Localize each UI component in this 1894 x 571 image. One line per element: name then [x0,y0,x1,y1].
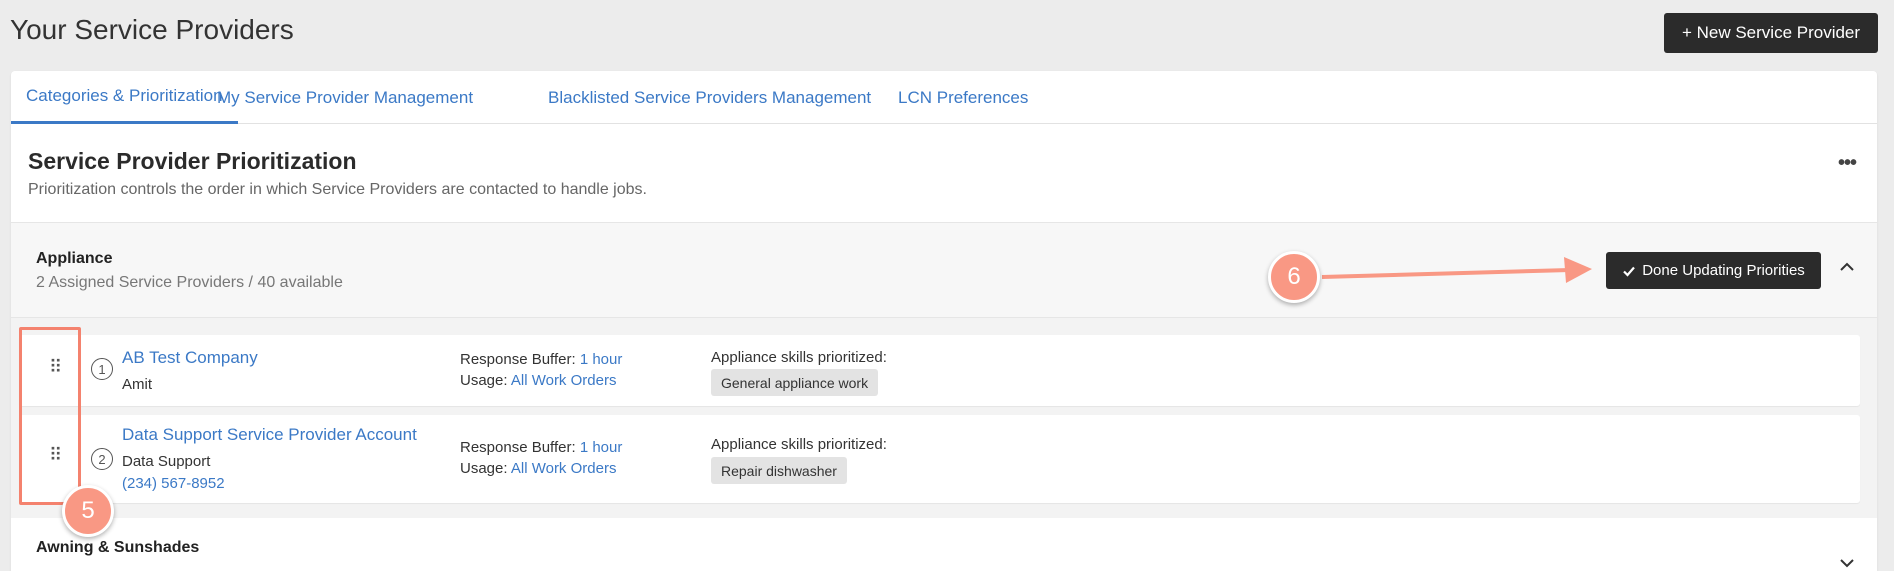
done-button-label: Done Updating Priorities [1642,262,1805,279]
skills-label: Appliance skills prioritized: [711,349,887,366]
rank-badge: 1 [91,358,113,380]
section-title: Service Provider Prioritization [28,148,357,174]
page-title: Your Service Providers [10,14,294,45]
category-name: Appliance [36,250,113,267]
section-header: Service Provider Prioritization Prioriti… [11,124,1877,223]
tab-bar: Categories & Prioritization My Service P… [11,71,1877,124]
section-subtitle: Prioritization controls the order in whi… [28,181,647,198]
chevron-down-icon[interactable] [1837,553,1857,571]
tab-categories-prioritization[interactable]: Categories & Prioritization [11,71,238,124]
new-service-provider-button[interactable]: + New Service Provider [1664,13,1878,53]
annotation-marker-6: 6 [1268,251,1320,303]
list-item[interactable]: ⠿ 1 AB Test Company Amit Response Buffer… [19,335,1860,406]
skills-label: Appliance skills prioritized: [711,436,887,453]
skill-chip: Repair dishwasher [711,457,847,484]
check-icon [1623,266,1636,277]
rank-badge: 2 [91,448,113,470]
usage-value[interactable]: All Work Orders [511,372,617,389]
response-buffer-value[interactable]: 1 hour [580,351,623,368]
provider-name-link[interactable]: Data Support Service Provider Account [122,425,417,445]
response-buffer-label: Response Buffer: [460,351,576,368]
category-header-awning[interactable]: Awning & Sunshades [11,523,1877,571]
provider-contact: Amit [122,376,152,393]
provider-contact: Data Support [122,453,211,470]
list-item[interactable]: ⠿ 2 Data Support Service Provider Accoun… [19,415,1860,503]
annotation-marker-5: 5 [62,485,114,537]
category-name: Awning & Sunshades [36,539,200,556]
response-buffer-value[interactable]: 1 hour [580,439,623,456]
chevron-up-icon[interactable] [1837,257,1857,277]
response-buffer: Response Buffer: 1 hour [460,351,622,368]
provider-name-link[interactable]: AB Test Company [122,348,258,368]
provider-list: ⠿ 1 AB Test Company Amit Response Buffer… [11,318,1877,518]
ellipsis-icon[interactable]: ••• [1838,152,1857,175]
skill-chip: General appliance work [711,369,879,396]
drag-handles-highlight [19,327,81,505]
usage: Usage: All Work Orders [460,372,616,389]
category-header-appliance: Appliance 2 Assigned Service Providers /… [11,223,1877,318]
done-updating-priorities-button[interactable]: Done Updating Priorities [1606,252,1821,289]
usage-label: Usage: [460,372,508,389]
usage: Usage: All Work Orders [460,460,616,477]
usage-value[interactable]: All Work Orders [511,460,617,477]
provider-phone-link[interactable]: (234) 567-8952 [122,475,225,492]
main-card: Categories & Prioritization My Service P… [11,71,1877,571]
response-buffer-label: Response Buffer: [460,439,576,456]
tab-my-service-provider-management[interactable]: My Service Provider Management [217,71,473,124]
tab-lcn-preferences[interactable]: LCN Preferences [898,71,1028,124]
usage-label: Usage: [460,460,508,477]
tab-blacklisted-service-providers[interactable]: Blacklisted Service Providers Management [548,71,871,124]
category-count: 2 Assigned Service Providers / 40 availa… [36,274,343,291]
response-buffer: Response Buffer: 1 hour [460,439,622,456]
